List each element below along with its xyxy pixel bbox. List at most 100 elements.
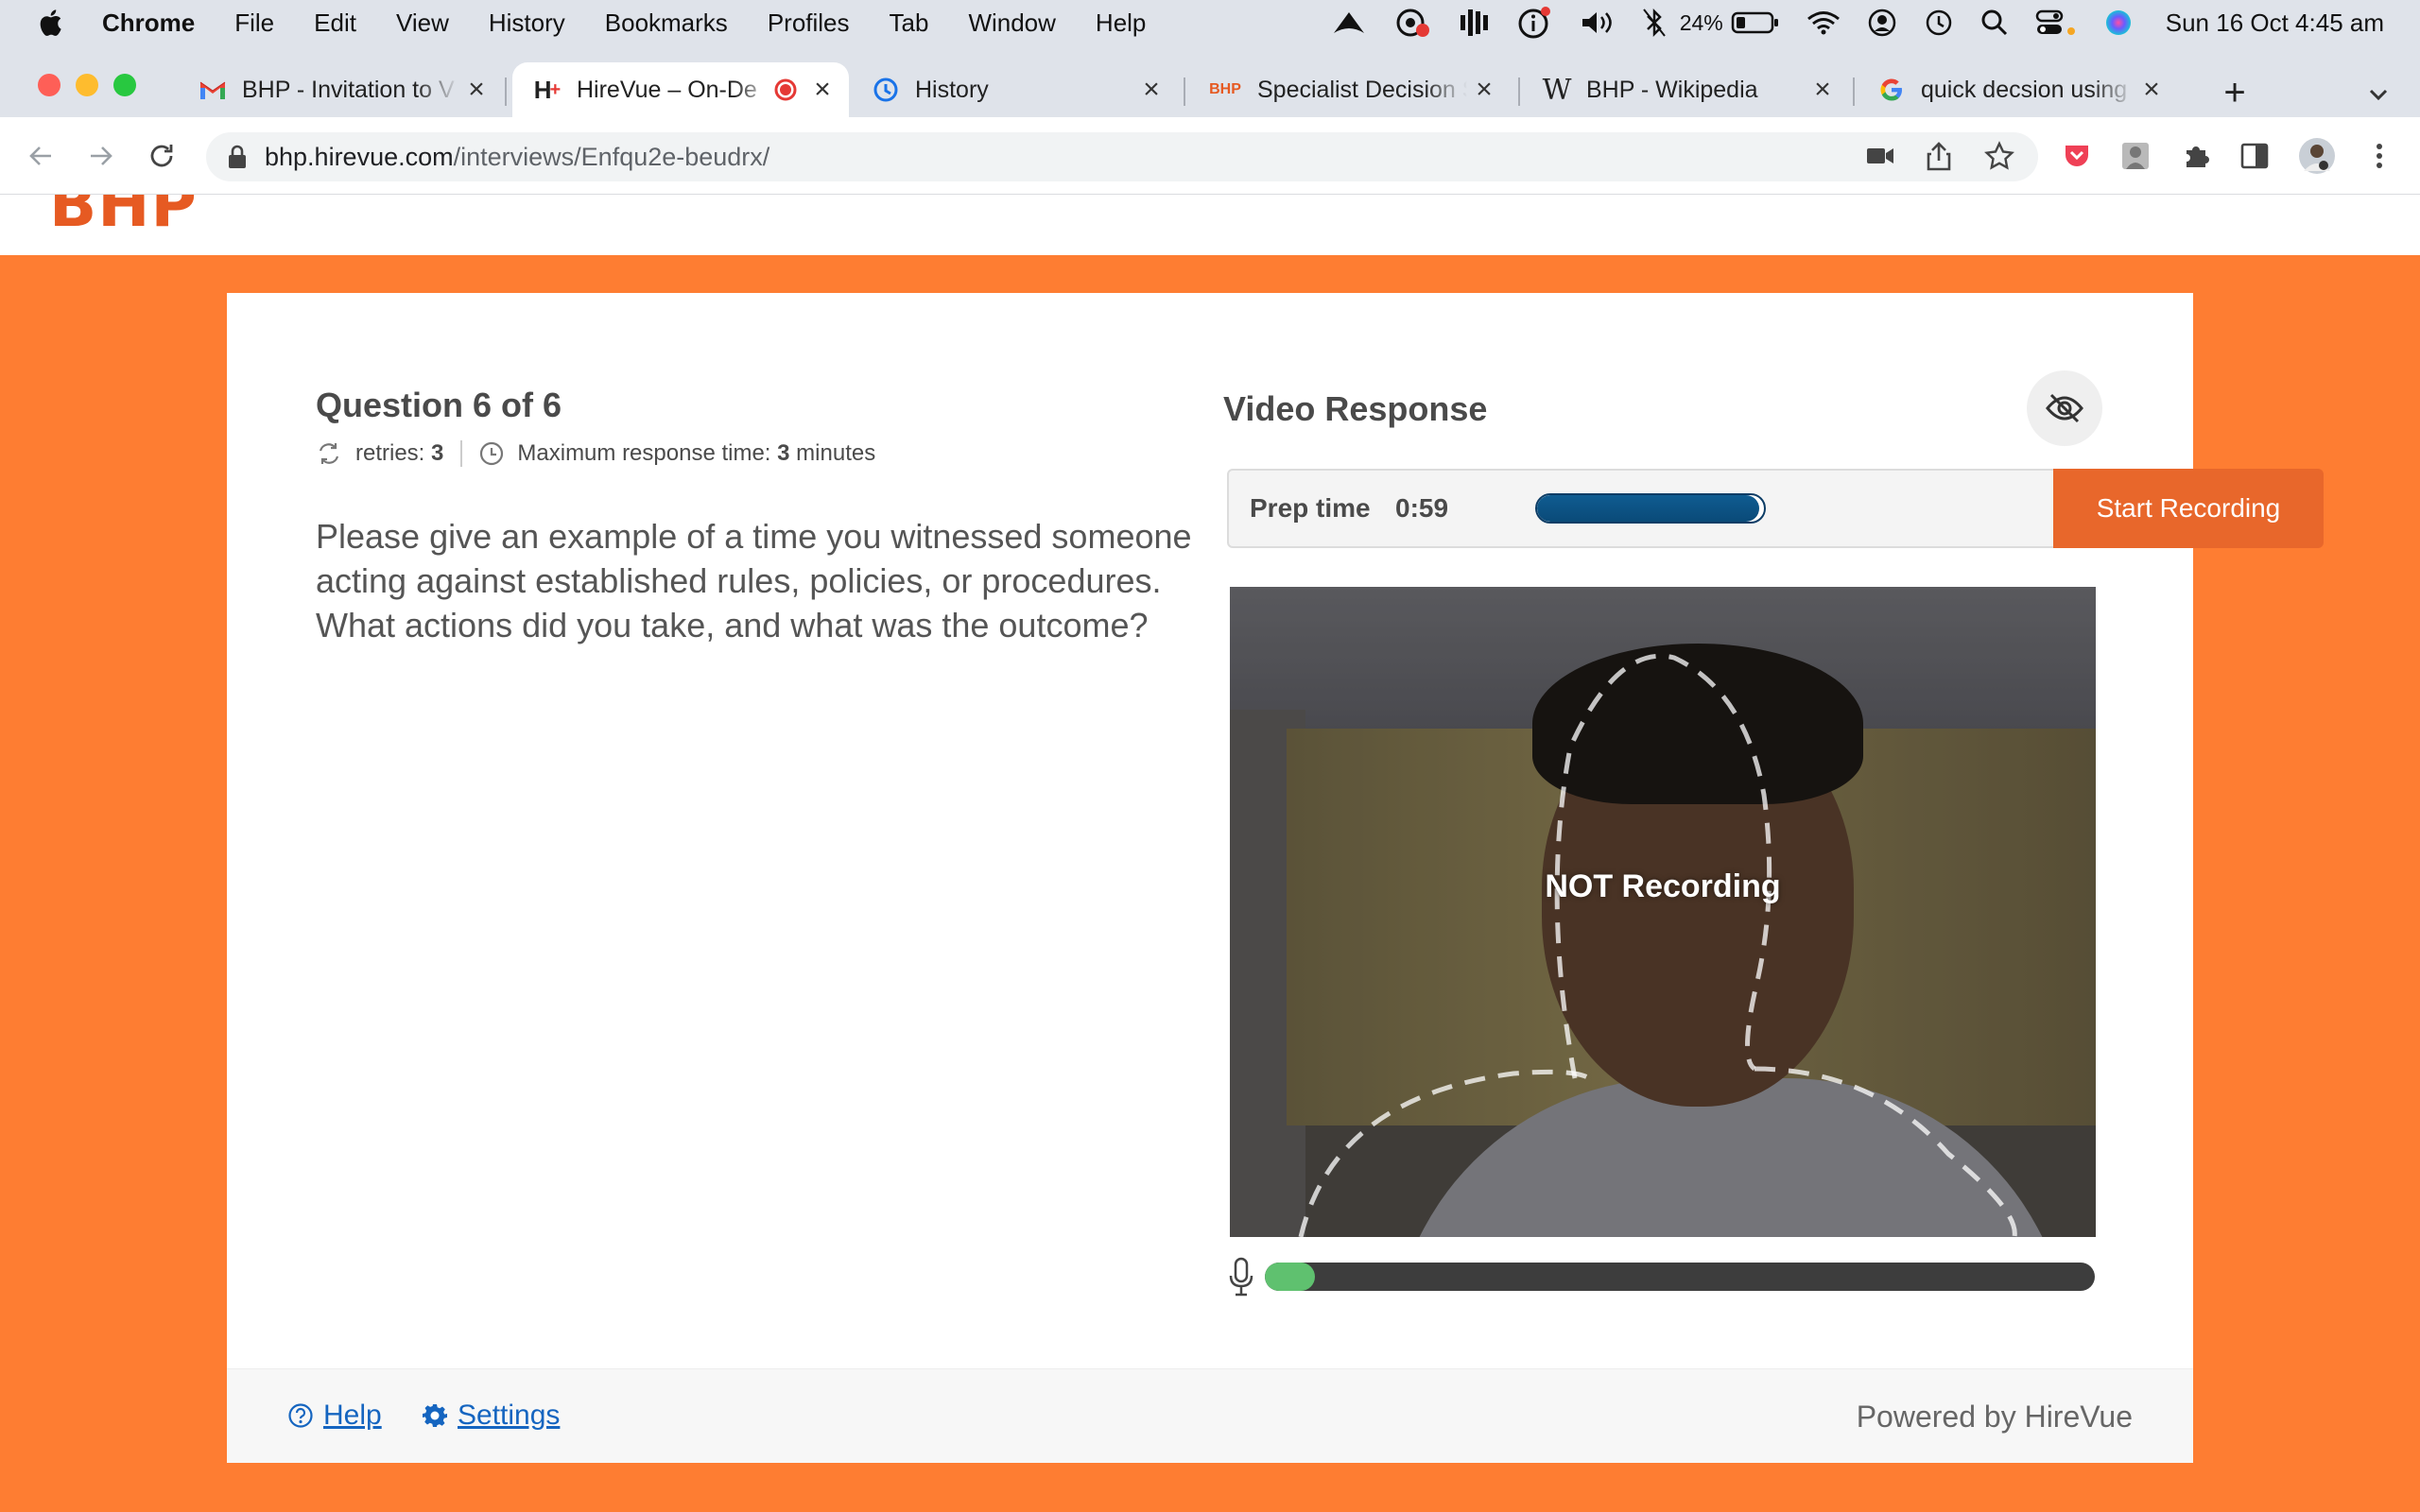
menu-help[interactable]: Help xyxy=(1096,9,1146,38)
tab-search-chevron-icon[interactable] xyxy=(2360,76,2397,113)
spotlight-search-icon[interactable] xyxy=(1980,0,2009,45)
prep-progress-fill xyxy=(1537,495,1760,522)
start-recording-button[interactable]: Start Recording xyxy=(2053,469,2324,548)
address-bar[interactable]: bhp.hirevue.com/interviews/Enfqu2e-beudr… xyxy=(206,132,2038,181)
tab-google-search[interactable]: quick decsion using × xyxy=(1857,62,2178,117)
menu-view[interactable]: View xyxy=(396,9,449,38)
tab-close-icon[interactable]: × xyxy=(459,73,493,107)
window-maximize-button[interactable] xyxy=(113,74,136,96)
prep-time-label: Prep time xyxy=(1250,493,1371,523)
vpn-icon[interactable] xyxy=(1330,0,1368,45)
menu-profiles[interactable]: Profiles xyxy=(768,9,850,38)
card-footer: Help Settings Powered by HireVue xyxy=(227,1368,2193,1463)
hide-video-button[interactable] xyxy=(2027,370,2102,446)
eye-slash-icon xyxy=(2046,393,2083,423)
face-guide-outline xyxy=(1298,653,2017,1237)
browser-menu-kebab-icon[interactable] xyxy=(2360,136,2399,176)
menu-history[interactable]: History xyxy=(489,9,565,38)
audio-bars-icon[interactable] xyxy=(1459,0,1491,45)
volume-icon[interactable] xyxy=(1580,0,1616,45)
max-time-value: 3 xyxy=(777,440,790,466)
tab-title: quick decsion using xyxy=(1921,76,2128,103)
forward-arrow-icon[interactable] xyxy=(78,132,125,180)
settings-link[interactable]: Settings xyxy=(422,1400,560,1432)
screen-record-icon[interactable] xyxy=(1394,0,1432,45)
new-tab-button[interactable]: + xyxy=(2214,72,2256,113)
tab-title: HireVue – On-De xyxy=(577,76,757,103)
back-arrow-icon[interactable] xyxy=(17,132,64,180)
tab-specialist-decision[interactable]: BHP Specialist Decision S × xyxy=(1187,62,1511,117)
wifi-icon[interactable] xyxy=(1806,0,1841,45)
tab-hirevue[interactable]: H + HireVue – On-De × xyxy=(512,62,849,117)
share-icon[interactable] xyxy=(1919,136,1959,176)
tab-bhp-invitation[interactable]: BHP - Invitation to V × xyxy=(178,62,503,117)
tab-separator xyxy=(1518,77,1520,106)
mic-level-fill xyxy=(1265,1263,1315,1291)
menubar-clock[interactable]: Sun 16 Oct 4:45 am xyxy=(2166,9,2384,38)
menu-edit[interactable]: Edit xyxy=(314,9,356,38)
tab-separator xyxy=(1184,77,1185,106)
wikipedia-icon: W xyxy=(1542,73,1572,107)
browser-toolbar: bhp.hirevue.com/interviews/Enfqu2e-beudr… xyxy=(0,117,2420,195)
question-meta: retries: 3 Maximum response time: 3 minu… xyxy=(316,440,875,467)
tab-close-icon[interactable]: × xyxy=(1806,73,1840,107)
control-center-icon[interactable] xyxy=(2035,0,2077,45)
gmail-icon xyxy=(199,76,227,104)
powered-by-hirevue: Powered by HireVue xyxy=(1856,1400,2133,1434)
recording-status: NOT Recording xyxy=(1545,868,1781,904)
prep-time-countdown: 0:59 xyxy=(1395,493,1449,523)
interview-card: Question 6 of 6 retries: 3 Maximum respo… xyxy=(227,293,2324,1463)
menu-window[interactable]: Window xyxy=(968,9,1055,38)
bluetooth-icon[interactable] xyxy=(1642,0,1667,45)
url-path: /interviews/Enfqu2e-beudrx/ xyxy=(453,142,770,171)
retries-label: retries: xyxy=(355,440,425,466)
tab-separator xyxy=(505,77,507,106)
retry-icon xyxy=(316,440,342,467)
tab-title: BHP - Wikipedia xyxy=(1586,76,1758,103)
url-text[interactable]: bhp.hirevue.com/interviews/Enfqu2e-beudr… xyxy=(265,143,769,172)
meta-divider xyxy=(460,440,463,467)
menu-app-chrome[interactable]: Chrome xyxy=(102,9,195,38)
camera-in-use-icon[interactable] xyxy=(1860,136,1900,176)
bookmark-star-icon[interactable] xyxy=(1979,136,2019,176)
battery-percentage: 24% xyxy=(1679,9,1723,35)
pocket-extension-icon[interactable] xyxy=(2057,136,2097,176)
apple-icon[interactable] xyxy=(36,7,68,39)
tab-bhp-wikipedia[interactable]: W BHP - Wikipedia × xyxy=(1522,62,1849,117)
question-text: Please give an example of a time you wit… xyxy=(316,517,1192,644)
max-time-label: Maximum response time: xyxy=(517,440,771,466)
side-panel-icon[interactable] xyxy=(2235,136,2274,176)
avatar[interactable] xyxy=(2297,136,2337,176)
tab-close-icon[interactable]: × xyxy=(1467,73,1501,107)
window-close-button[interactable] xyxy=(38,74,60,96)
lock-icon[interactable] xyxy=(227,145,248,169)
tab-history[interactable]: History × xyxy=(851,62,1178,117)
tab-close-icon[interactable]: × xyxy=(805,73,839,107)
webcam-preview: NOT Recording xyxy=(1230,587,2096,1237)
bhp-icon: BHP xyxy=(1209,81,1241,97)
siri-icon[interactable] xyxy=(2103,0,2134,45)
tab-title: History xyxy=(915,76,989,103)
window-minimize-button[interactable] xyxy=(76,74,98,96)
menu-bookmarks[interactable]: Bookmarks xyxy=(605,9,728,38)
extensions-puzzle-icon[interactable] xyxy=(2176,136,2216,176)
video-response-title: Video Response xyxy=(1223,389,1488,428)
url-host: bhp.hirevue.com xyxy=(265,142,454,171)
time-machine-icon[interactable] xyxy=(1924,0,1954,45)
profile-extension-icon[interactable] xyxy=(2116,136,2155,176)
menu-tab[interactable]: Tab xyxy=(890,9,929,38)
info-icon[interactable] xyxy=(1517,0,1553,45)
help-link[interactable]: Help xyxy=(287,1400,382,1432)
bhp-logo: BHP xyxy=(49,195,198,241)
tab-close-icon[interactable]: × xyxy=(2135,73,2169,107)
menu-file[interactable]: File xyxy=(234,9,274,38)
question-circle-icon xyxy=(287,1402,314,1429)
google-icon xyxy=(1877,76,1906,104)
battery-icon[interactable] xyxy=(1731,0,1780,45)
tab-title: Specialist Decision S xyxy=(1257,76,1467,103)
tab-close-icon[interactable]: × xyxy=(1134,73,1168,107)
max-time-unit: minutes xyxy=(796,440,876,466)
reload-icon[interactable] xyxy=(138,132,185,180)
history-icon xyxy=(872,76,900,104)
user-account-icon[interactable] xyxy=(1867,0,1897,45)
